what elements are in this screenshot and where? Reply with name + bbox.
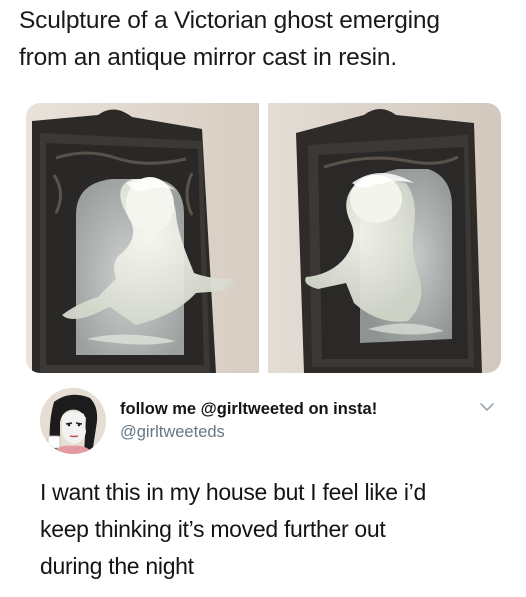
tweet-text-line-2: keep thinking it’s moved further out [40, 516, 386, 542]
ghost-mirror-photo-right[interactable] [268, 103, 501, 373]
tweet-text-line-3: during the night [40, 553, 194, 579]
tweet-text-line-1: I want this in my house but I feel like … [40, 479, 426, 505]
avatar[interactable] [40, 388, 106, 454]
user-handle[interactable]: @girltweeteds [120, 423, 225, 442]
photo-gallery [26, 103, 501, 373]
cartoon-avatar-icon [40, 388, 106, 454]
caption-line-1: Sculpture of a Victorian ghost emerging [19, 7, 440, 34]
chevron-down-icon[interactable] [478, 398, 496, 416]
caption-line-2: from an antique mirror cast in resin. [19, 44, 397, 71]
display-name[interactable]: follow me @girltweeted on insta! [120, 400, 377, 419]
post-caption: Sculpture of a Victorian ghost emerging … [19, 2, 519, 76]
ghost-mirror-photo-left[interactable] [26, 103, 259, 373]
tweet-text: I want this in my house but I feel like … [40, 474, 510, 585]
